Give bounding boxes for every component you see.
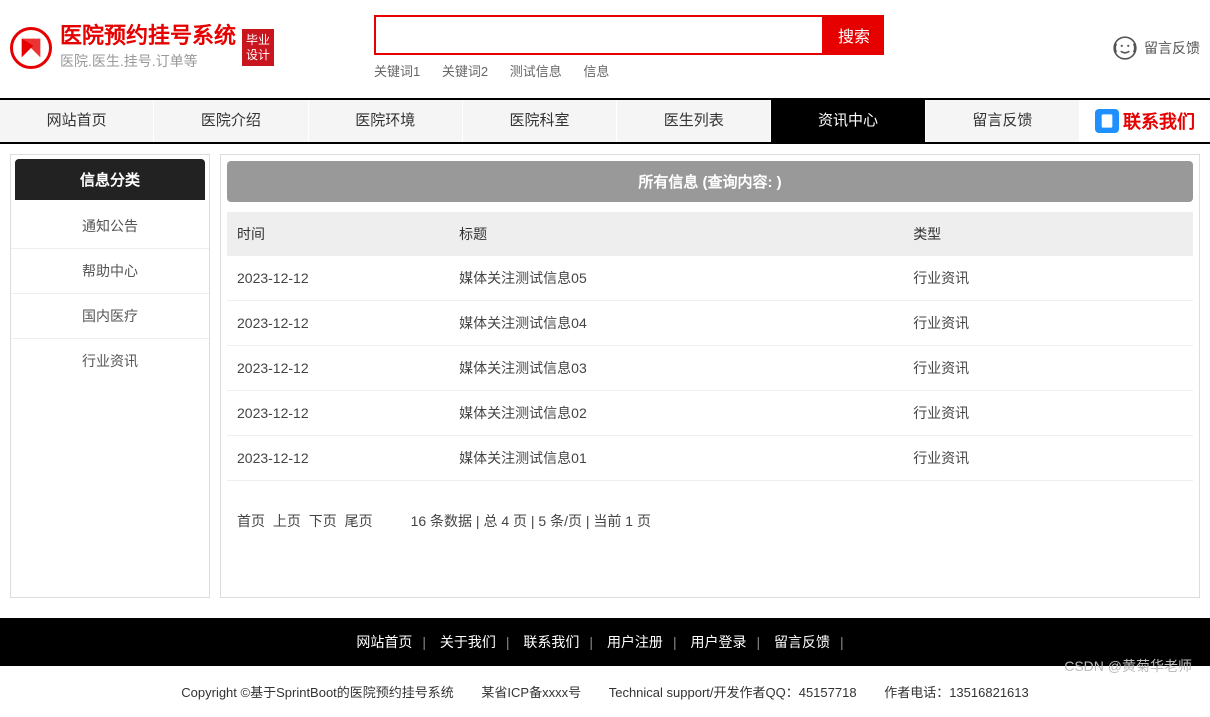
badge: 毕业 设计 — [242, 29, 274, 66]
watermark: CSDN @黄菊华老师 — [1064, 656, 1192, 676]
pagination: 首页 上页 下页 尾页 16 条数据 | 总 4 页 | 5 条/页 | 当前 … — [227, 481, 1193, 591]
nav-feedback[interactable]: 留言反馈 — [926, 100, 1080, 142]
content-header: 所有信息 (查询内容: ) — [227, 161, 1193, 202]
footer-nav: 网站首页| 关于我们| 联系我们| 用户注册| 用户登录| 留言反馈| — [0, 618, 1210, 666]
cell-type: 行业资讯 — [903, 436, 1193, 481]
footer-link[interactable]: 关于我们 — [440, 634, 496, 650]
nav-doctors[interactable]: 医生列表 — [617, 100, 771, 142]
main-nav: 网站首页 医院介绍 医院环境 医院科室 医生列表 资讯中心 留言反馈 联系我们 — [0, 100, 1210, 142]
search-button[interactable]: 搜索 — [824, 15, 884, 55]
cell-time: 2023-12-12 — [227, 436, 449, 481]
site-subtitle: 医院.医生.挂号.订单等 — [60, 51, 236, 71]
sidebar-header: 信息分类 — [15, 159, 205, 200]
feedback-label: 留言反馈 — [1144, 38, 1200, 58]
nav-contact[interactable]: 联系我们 — [1080, 100, 1210, 142]
cell-type: 行业资讯 — [903, 391, 1193, 436]
cell-time: 2023-12-12 — [227, 301, 449, 346]
footer-link[interactable]: 用户注册 — [607, 634, 663, 650]
info-table: 时间 标题 类型 2023-12-12媒体关注测试信息05行业资讯2023-12… — [227, 212, 1193, 481]
footer-link[interactable]: 用户登录 — [690, 634, 746, 650]
sidebar: 信息分类 通知公告 帮助中心 国内医疗 行业资讯 — [10, 154, 210, 598]
footer-link[interactable]: 网站首页 — [356, 634, 412, 650]
cell-time: 2023-12-12 — [227, 256, 449, 301]
cell-title: 媒体关注测试信息02 — [449, 391, 903, 436]
search-input[interactable] — [374, 15, 824, 55]
cell-type: 行业资讯 — [903, 301, 1193, 346]
nav-environment[interactable]: 医院环境 — [309, 100, 463, 142]
nav-news[interactable]: 资讯中心 — [771, 100, 925, 142]
col-title: 标题 — [449, 212, 903, 256]
table-row[interactable]: 2023-12-12媒体关注测试信息01行业资讯 — [227, 436, 1193, 481]
sidebar-item-help[interactable]: 帮助中心 — [11, 249, 209, 294]
table-row[interactable]: 2023-12-12媒体关注测试信息02行业资讯 — [227, 391, 1193, 436]
footer-link[interactable]: 留言反馈 — [774, 634, 830, 650]
keyword-list: 关键词1 关键词2 测试信息 信息 — [374, 61, 884, 80]
table-row[interactable]: 2023-12-12媒体关注测试信息03行业资讯 — [227, 346, 1193, 391]
page-last[interactable]: 尾页 — [345, 513, 373, 529]
logo-icon — [10, 27, 52, 69]
cell-title: 媒体关注测试信息05 — [449, 256, 903, 301]
nav-contact-label: 联系我们 — [1123, 108, 1195, 134]
cell-title: 媒体关注测试信息03 — [449, 346, 903, 391]
page-prev[interactable]: 上页 — [273, 513, 301, 529]
cell-title: 媒体关注测试信息01 — [449, 436, 903, 481]
cell-type: 行业资讯 — [903, 256, 1193, 301]
phone-icon — [1095, 109, 1119, 133]
page-info: 16 条数据 | 总 4 页 | 5 条/页 | 当前 1 页 — [411, 513, 651, 529]
logo[interactable]: 医院预约挂号系统 医院.医生.挂号.订单等 毕业 设计 — [10, 24, 274, 70]
content: 所有信息 (查询内容: ) 时间 标题 类型 2023-12-12媒体关注测试信… — [220, 154, 1200, 598]
keyword-link[interactable]: 信息 — [583, 64, 609, 79]
page-next[interactable]: 下页 — [309, 513, 337, 529]
sidebar-item-notice[interactable]: 通知公告 — [11, 204, 209, 249]
copyright: Copyright ©基于SprintBoot的医院预约挂号系统 — [181, 685, 454, 700]
phone: 作者电话：13516821613 — [884, 685, 1029, 700]
cell-time: 2023-12-12 — [227, 346, 449, 391]
col-type: 类型 — [903, 212, 1193, 256]
nav-departments[interactable]: 医院科室 — [463, 100, 617, 142]
nav-hospital-intro[interactable]: 医院介绍 — [154, 100, 308, 142]
nav-home[interactable]: 网站首页 — [0, 100, 154, 142]
cell-title: 媒体关注测试信息04 — [449, 301, 903, 346]
feedback-link[interactable]: 留言反馈 — [1112, 35, 1200, 61]
footer-info: Copyright ©基于SprintBoot的医院预约挂号系统 某省ICP备x… — [0, 666, 1210, 717]
sidebar-item-industry[interactable]: 行业资讯 — [11, 339, 209, 383]
keyword-link[interactable]: 关键词2 — [442, 64, 488, 79]
table-row[interactable]: 2023-12-12媒体关注测试信息05行业资讯 — [227, 256, 1193, 301]
page-first[interactable]: 首页 — [237, 513, 265, 529]
cell-type: 行业资讯 — [903, 346, 1193, 391]
support: Technical support/开发作者QQ：45157718 — [609, 685, 857, 700]
sidebar-item-domestic[interactable]: 国内医疗 — [11, 294, 209, 339]
table-row[interactable]: 2023-12-12媒体关注测试信息04行业资讯 — [227, 301, 1193, 346]
site-title: 医院预约挂号系统 — [60, 24, 236, 48]
icp: 某省ICP备xxxx号 — [481, 685, 581, 700]
col-time: 时间 — [227, 212, 449, 256]
keyword-link[interactable]: 关键词1 — [374, 64, 420, 79]
support-icon — [1112, 35, 1138, 61]
footer-link[interactable]: 联系我们 — [523, 634, 579, 650]
cell-time: 2023-12-12 — [227, 391, 449, 436]
keyword-link[interactable]: 测试信息 — [510, 64, 562, 79]
